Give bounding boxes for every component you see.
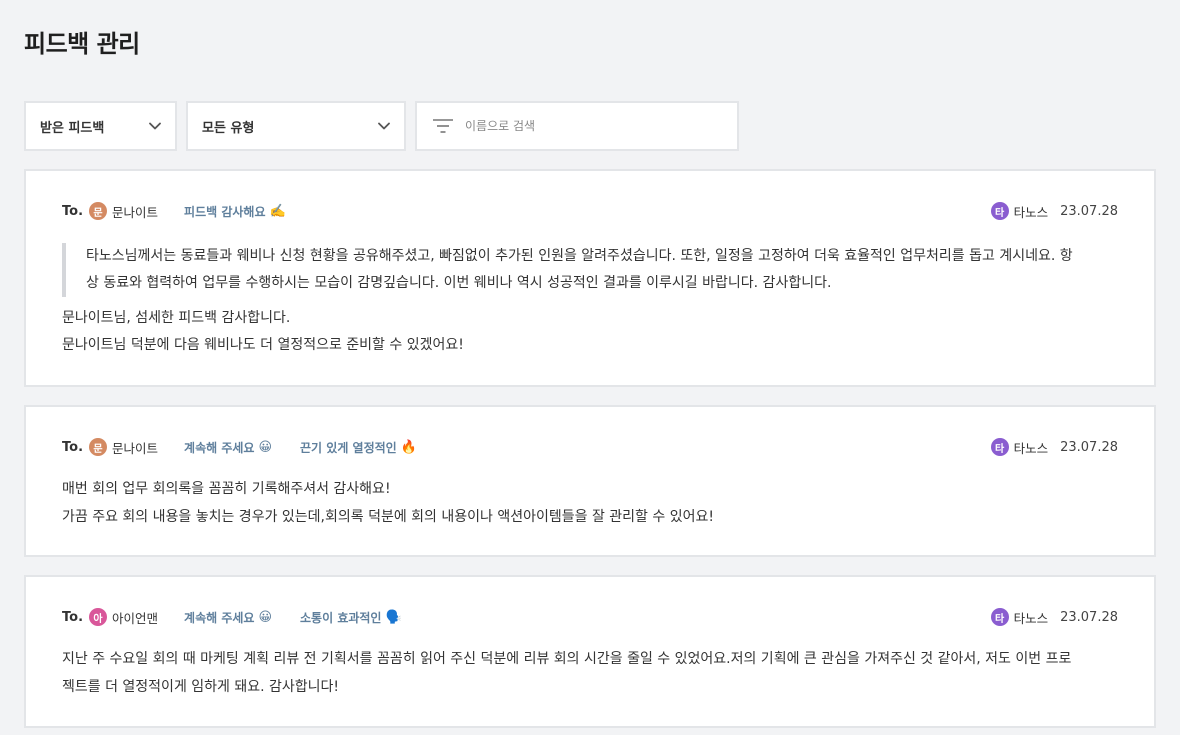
feedback-date: 23.07.28 [1060, 203, 1118, 219]
feedback-card-header: To. 문 문나이트 피드백 감사해요 ✍️ 타 타노스 23.07.28 [62, 199, 1118, 223]
feedback-tag: 피드백 감사해요 ✍️ [184, 203, 286, 220]
to-label: To. [62, 609, 84, 625]
page-title: 피드백 관리 [24, 30, 140, 58]
feedback-body: 지난 주 수요일 회의 때 마케팅 계획 리뷰 전 기획서를 꼼꼼히 읽어 주신… [62, 645, 1118, 701]
feedback-card[interactable]: To. 문 문나이트 계속해 주세요 😀 끈기 있게 열정적인 🔥 타 타노스 … [24, 405, 1156, 557]
feedback-date: 23.07.28 [1060, 609, 1118, 625]
to-label: To. [62, 203, 84, 219]
feedback-body: 매번 회의 업무 회의록을 꼼꼼히 기록해주셔서 감사해요! 가끔 주요 회의 … [62, 475, 1118, 531]
feedback-body-line: 지난 주 수요일 회의 때 마케팅 계획 리뷰 전 기획서를 꼼꼼히 읽어 주신… [62, 651, 1072, 667]
writing-hand-icon: ✍️ [269, 203, 286, 219]
feedback-tag-label: 계속해 주세요 [184, 440, 255, 455]
feedback-card[interactable]: To. 아 아이언맨 계속해 주세요 😀 소통이 효과적인 🗣️ 타 타노스 2… [24, 575, 1156, 728]
feedback-tag-label: 계속해 주세요 [184, 610, 255, 625]
sender-avatar: 타 [990, 438, 1009, 456]
sender-name: 타노스 [1013, 610, 1049, 626]
feedback-date: 23.07.28 [1060, 439, 1118, 455]
feedback-card-header: To. 아 아이언맨 계속해 주세요 😀 소통이 효과적인 🗣️ 타 타노스 2… [62, 605, 1118, 629]
sender-avatar: 타 [990, 202, 1009, 220]
name-search-box[interactable] [415, 101, 739, 151]
recipient-name: 문나이트 [112, 204, 159, 220]
feedback-tag: 계속해 주세요 😀 [184, 439, 272, 456]
feedback-body-line: 가끔 주요 회의 내용을 놓치는 경우가 있는데,회의록 덕분에 회의 내용이나… [62, 509, 714, 525]
grinning-face-icon: 😀 [258, 439, 273, 455]
chevron-down-icon [149, 122, 161, 130]
grinning-face-icon: 😀 [258, 609, 273, 625]
feedback-card-header: To. 문 문나이트 계속해 주세요 😀 끈기 있게 열정적인 🔥 타 타노스 … [62, 435, 1118, 459]
speaking-head-icon: 🗣️ [385, 609, 402, 625]
feedback-reply-line: 문나이트님 덕분에 다음 웨비나도 더 열정적으로 준비할 수 있겠어요! [62, 337, 464, 353]
feedback-card[interactable]: To. 문 문나이트 피드백 감사해요 ✍️ 타 타노스 23.07.28 타노… [24, 169, 1156, 387]
quoted-feedback-line: 타노스님께서는 동료들과 웨비나 신청 현황을 공유해주셨고, 빠짐없이 추가된… [86, 248, 1073, 264]
feedback-type-dropdown[interactable]: 모든 유형 [186, 101, 406, 151]
feedback-tag: 끈기 있게 열정적인 🔥 [300, 439, 417, 456]
sender-name: 타노스 [1013, 204, 1049, 220]
feedback-type-dropdown-label: 모든 유형 [202, 120, 255, 136]
to-label: To. [62, 439, 84, 455]
feedback-reply: 문나이트님, 섬세한 피드백 감사합니다. 문나이트님 덕분에 다음 웨비나도 … [62, 305, 1118, 359]
recipient-name: 아이언맨 [112, 610, 159, 626]
quoted-feedback-line: 상 동료와 협력하여 업무를 수행하시는 모습이 감명깊습니다. 이번 웨비나 … [86, 275, 832, 291]
recipient-avatar: 문 [89, 438, 108, 456]
chevron-down-icon [378, 122, 390, 130]
quoted-feedback: 타노스님께서는 동료들과 웨비나 신청 현황을 공유해주셨고, 빠짐없이 추가된… [62, 243, 1118, 297]
filter-icon [433, 119, 453, 133]
received-feedback-dropdown-label: 받은 피드백 [40, 120, 105, 136]
feedback-reply-line: 문나이트님, 섬세한 피드백 감사합니다. [62, 310, 291, 326]
name-search-input[interactable] [465, 119, 715, 133]
feedback-body-line: 젝트를 더 열정적이게 임하게 돼요. 감사합니다! [62, 679, 340, 695]
sender-name: 타노스 [1013, 440, 1049, 456]
feedback-body-line: 매번 회의 업무 회의록을 꼼꼼히 기록해주셔서 감사해요! [62, 481, 391, 497]
feedback-tag: 계속해 주세요 😀 [184, 609, 272, 626]
feedback-tag: 소통이 효과적인 🗣️ [300, 609, 402, 626]
feedback-tag-label: 피드백 감사해요 [184, 204, 266, 219]
recipient-name: 문나이트 [112, 440, 159, 456]
feedback-tag-label: 소통이 효과적인 [300, 610, 382, 625]
recipient-avatar: 아 [89, 608, 108, 626]
feedback-tag-label: 끈기 있게 열정적인 [300, 440, 397, 455]
fire-icon: 🔥 [400, 439, 417, 455]
received-feedback-dropdown[interactable]: 받은 피드백 [24, 101, 177, 151]
sender-avatar: 타 [990, 608, 1009, 626]
recipient-avatar: 문 [89, 202, 108, 220]
